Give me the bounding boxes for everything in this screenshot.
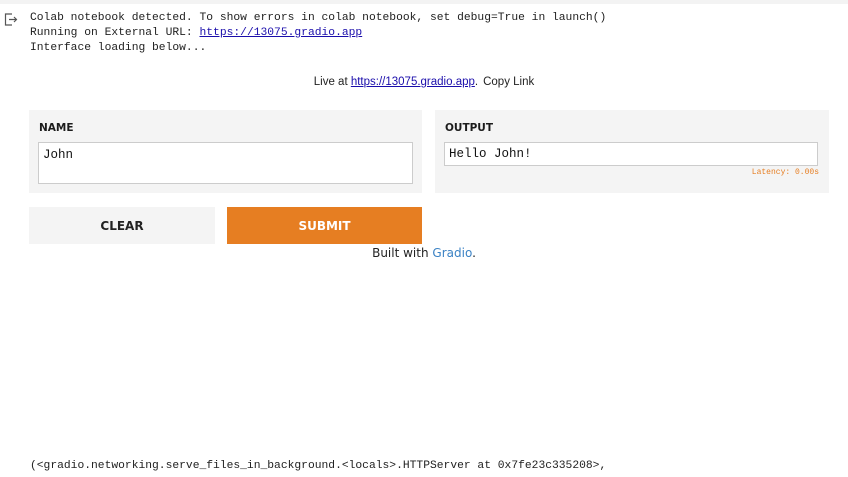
gradio-link[interactable]: Gradio: [432, 246, 472, 260]
name-label: NAME: [39, 122, 74, 134]
cell-top-bar: [0, 0, 848, 4]
submit-button[interactable]: SUBMIT: [227, 207, 422, 244]
live-at-bar: Live at https://13075.gradio.app. Copy Li…: [0, 76, 848, 88]
built-with-suffix: .: [472, 246, 476, 260]
console-line-3: Interface loading below...: [30, 42, 207, 54]
cell-result-output: (<gradio.networking.serve_files_in_backg…: [30, 460, 607, 472]
built-with-footer: Built with Gradio.: [0, 246, 848, 260]
output-arrow-icon[interactable]: [4, 13, 18, 26]
console-line-2-prefix: Running on External URL:: [30, 27, 200, 39]
clear-button[interactable]: CLEAR: [29, 207, 215, 244]
live-url-suffix: .: [474, 76, 479, 88]
console-output: Colab notebook detected. To show errors …: [30, 11, 606, 56]
output-panel: OUTPUT Hello John! Latency: 0.00s: [435, 110, 829, 193]
external-url-link[interactable]: https://13075.gradio.app: [199, 27, 362, 39]
built-with-prefix: Built with: [372, 246, 433, 260]
output-label: OUTPUT: [445, 122, 493, 134]
input-panel: NAME John: [29, 110, 422, 193]
live-at-prefix: Live at: [313, 76, 351, 88]
name-input[interactable]: John: [38, 142, 413, 184]
console-line-1: Colab notebook detected. To show errors …: [30, 12, 607, 24]
output-textbox: Hello John!: [444, 142, 818, 166]
live-url-link[interactable]: https://13075.gradio.app: [351, 76, 475, 88]
latency-indicator: Latency: 0.00s: [751, 168, 819, 177]
copy-link-button[interactable]: Copy Link: [483, 76, 534, 88]
